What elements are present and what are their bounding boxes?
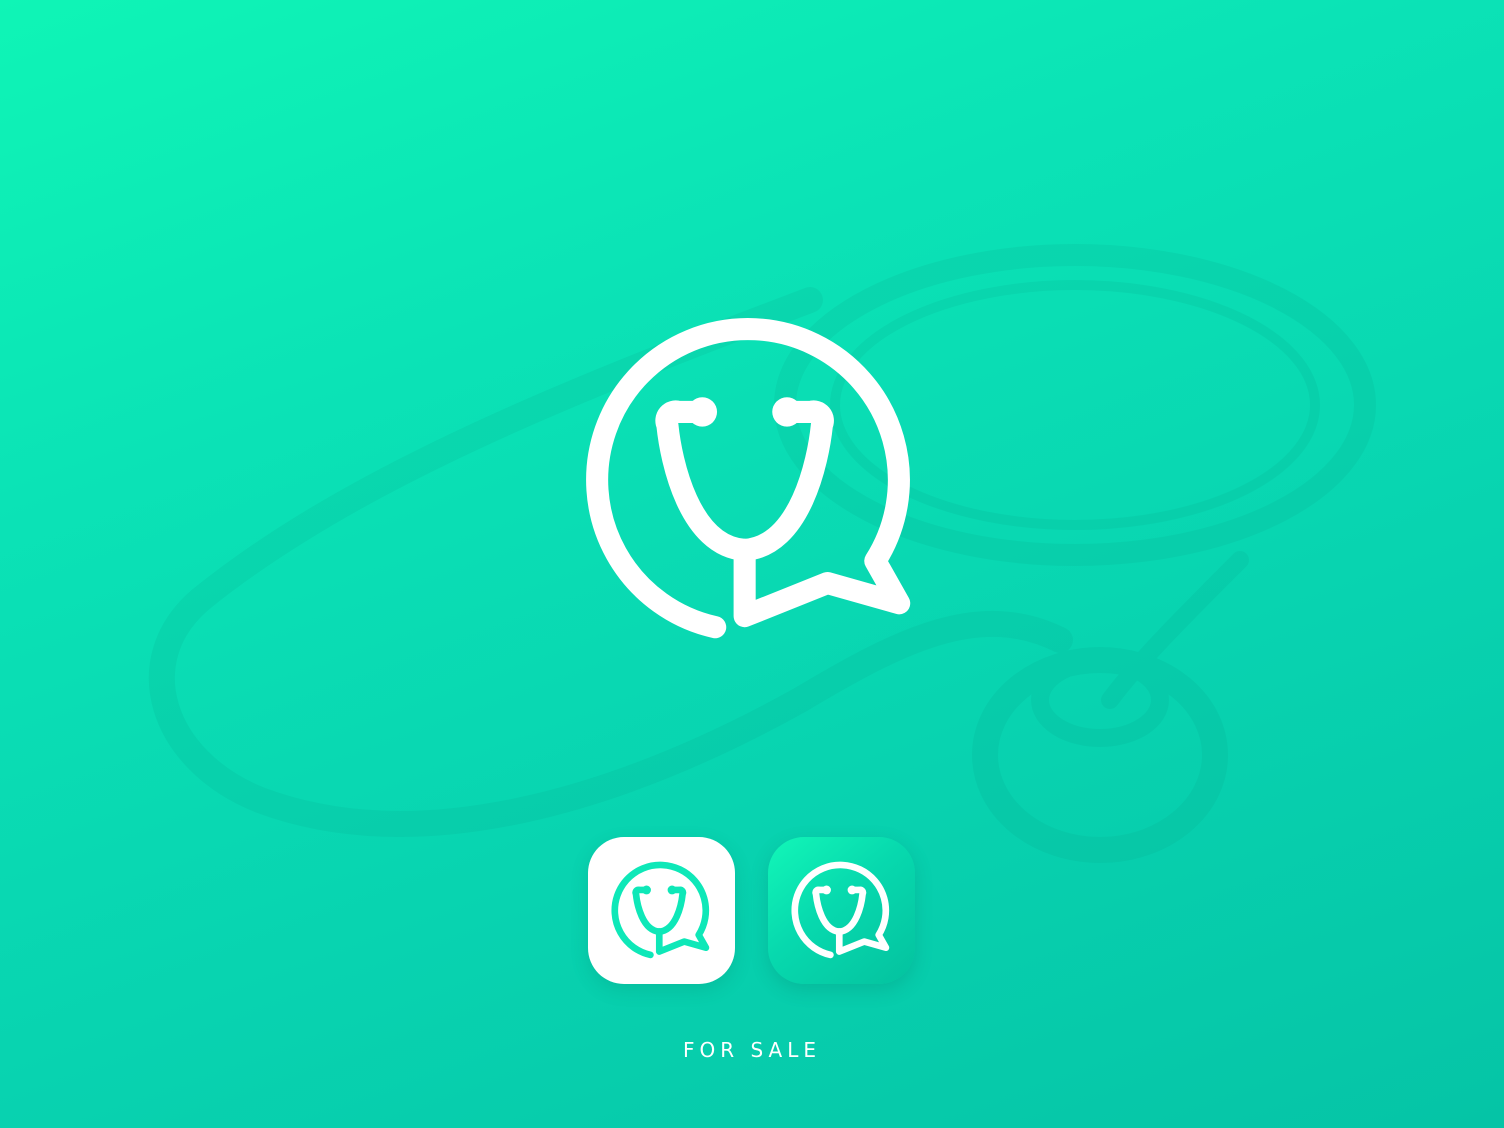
app-icon-light	[588, 837, 735, 984]
stethoscope-chat-bubble-icon	[611, 861, 710, 959]
stethoscope-chat-bubble-logo-icon	[586, 318, 911, 639]
stethoscope-chat-bubble-icon	[791, 861, 890, 959]
canvas: FOR SALE	[0, 0, 1504, 1128]
for-sale-label: FOR SALE	[682, 1038, 822, 1062]
app-icon-gradient	[768, 837, 915, 984]
